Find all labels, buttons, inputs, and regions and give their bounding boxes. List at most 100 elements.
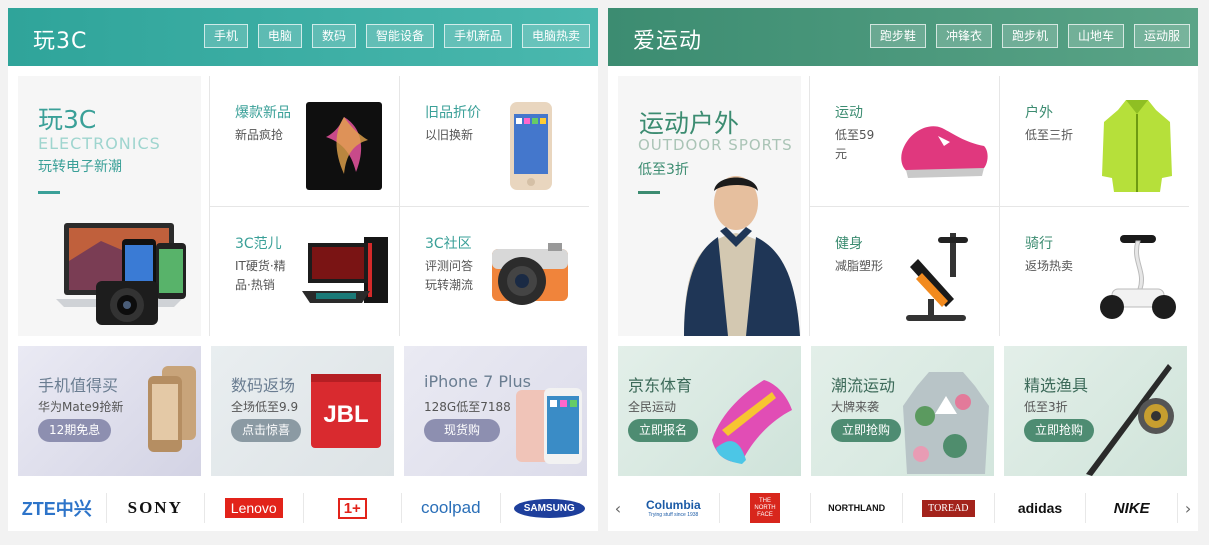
promo-button[interactable]: 12期免息 xyxy=(38,419,112,442)
cell-3c-style[interactable]: 3C范儿 IT硬货·精品·热销 xyxy=(210,207,398,337)
sneaker-image xyxy=(901,126,988,178)
brand-label: 1+ xyxy=(337,497,367,519)
promo-title: 数码返场 xyxy=(231,376,296,395)
cell-cycling[interactable]: 骑行 返场热卖 xyxy=(1000,207,1188,337)
tag-digital[interactable]: 数码 xyxy=(311,24,356,48)
cell-title: 健身 xyxy=(835,236,863,252)
tag-sportswear[interactable]: 运动服 xyxy=(1133,24,1190,48)
panel-header: 玩3C 手机 电脑 数码 智能设备 手机新品 电脑热卖 xyxy=(8,8,598,66)
cell-fitness[interactable]: 健身 减脂塑形 xyxy=(810,207,998,337)
cell-desc: 评测问答玩转潮流 xyxy=(425,259,474,292)
feature-title: 玩3C xyxy=(38,105,97,134)
running-shoe-image xyxy=(712,380,792,464)
feature-title: 运动户外 xyxy=(639,109,740,138)
feature-subtitle: OUTDOOR SPORTS xyxy=(638,136,793,154)
balance-scooter-image xyxy=(1100,235,1176,319)
promo-button[interactable]: 现货购 xyxy=(424,419,501,442)
next-arrow-icon[interactable]: › xyxy=(1178,499,1198,518)
tag-computer[interactable]: 电脑 xyxy=(257,24,302,48)
cell-3c-community[interactable]: 3C社区 评测问答玩转潮流 xyxy=(400,207,588,337)
cell-trade-in[interactable]: 旧品折价 以旧换新 xyxy=(400,76,588,206)
cell-desc: IT硬货·精品·热销 xyxy=(235,259,286,292)
gaming-pc-image xyxy=(302,237,388,303)
promo-title: 京东体育 xyxy=(628,376,693,395)
panel-title[interactable]: 玩3C xyxy=(33,23,87,55)
brand-label: Columbia xyxy=(646,498,701,512)
cell-title: 骑行 xyxy=(1025,236,1053,252)
feature-card[interactable]: 运动户外 OUTDOOR SPORTS 低至3折 xyxy=(618,76,801,336)
brand-label: coolpad xyxy=(420,498,481,517)
promo-iphone[interactable]: iPhone 7 Plus 128G低至7188 现货购 xyxy=(404,346,587,476)
phone-image xyxy=(306,102,382,190)
brand-label: SONY xyxy=(127,498,183,517)
cell-title: 3C范儿 xyxy=(235,236,282,252)
promo-button[interactable]: 立即报名 xyxy=(628,419,699,442)
tag-smart-device[interactable]: 智能设备 xyxy=(365,24,434,48)
brand-adidas[interactable]: adidas xyxy=(995,493,1087,523)
tag-hot-computers[interactable]: 电脑热卖 xyxy=(521,24,590,48)
feature-card[interactable]: 玩3C ELECTRONICS 玩转电子新潮 xyxy=(18,76,201,336)
tag-phone[interactable]: 手机 xyxy=(203,24,248,48)
sports-panel: 爱运动 跑步鞋 冲锋衣 跑步机 山地车 运动服 运动户外 OUTDOOR SPO… xyxy=(608,8,1198,531)
brand-tagline: Trying stuff since 1938 xyxy=(648,512,699,518)
promo-desc: 低至3折 xyxy=(1024,400,1068,414)
cell-outdoor[interactable]: 户外 低至三折 xyxy=(1000,76,1188,206)
tag-new-phones[interactable]: 手机新品 xyxy=(443,24,512,48)
cell-sports[interactable]: 运动 低至59元 xyxy=(810,76,998,206)
cell-desc: 以旧换新 xyxy=(425,128,474,142)
cell-hot-new[interactable]: 爆款新品 新品疯抢 xyxy=(210,76,398,206)
brand-bar: ‹ Columbia Trying stuff since 1938 THE N… xyxy=(608,485,1198,531)
promo-desc: 大牌来袭 xyxy=(831,400,880,414)
brand-label: SAMSUNG xyxy=(513,498,585,518)
promo-desc: 全民运动 xyxy=(628,400,677,414)
fishing-rod-image xyxy=(1086,364,1174,476)
promo-title: 手机值得买 xyxy=(38,376,119,395)
athlete-image xyxy=(684,176,800,336)
brand-label: NORTHLAND xyxy=(828,503,886,513)
brand-coolpad[interactable]: coolpad xyxy=(402,493,501,523)
promo-desc: 128G低至7188 xyxy=(424,400,511,414)
brand-northland[interactable]: NORTHLAND xyxy=(811,493,904,523)
iphone-7-plus-image xyxy=(516,388,582,464)
camera-image xyxy=(492,243,568,305)
promo-digital[interactable]: 数码返场 全场低至9.9 点击惊喜 JBL xyxy=(211,346,394,476)
brand-label: THE NORTH FACE xyxy=(750,493,780,523)
tag-list: 跑步鞋 冲锋衣 跑步机 山地车 运动服 xyxy=(869,24,1190,48)
prev-arrow-icon[interactable]: ‹ xyxy=(608,499,628,518)
brand-toread[interactable]: TOREAD xyxy=(903,493,995,523)
brand-samsung[interactable]: SAMSUNG xyxy=(501,493,599,523)
laptop-devices-image xyxy=(56,223,186,325)
promo-jd-sports[interactable]: 京东体育 全民运动 立即报名 xyxy=(618,346,801,476)
cell-title: 爆款新品 xyxy=(235,105,291,121)
promo-button[interactable]: 立即抢购 xyxy=(831,419,902,442)
tag-treadmill[interactable]: 跑步机 xyxy=(1001,24,1058,48)
brand-nike[interactable]: NIKE xyxy=(1086,493,1179,523)
brand-sony[interactable]: SONY xyxy=(107,493,205,523)
cell-title: 户外 xyxy=(1025,105,1053,121)
brand-label: ZTE中兴 xyxy=(21,499,92,519)
panel-title[interactable]: 爱运动 xyxy=(633,23,702,55)
tag-list: 手机 电脑 数码 智能设备 手机新品 电脑热卖 xyxy=(203,24,590,48)
cell-title: 运动 xyxy=(835,105,863,121)
promo-title: 潮流运动 xyxy=(831,376,896,395)
brand-label: Lenovo xyxy=(224,498,283,518)
sit-up-bench-image xyxy=(906,233,968,321)
brand-north-face[interactable]: THE NORTH FACE xyxy=(720,493,812,523)
tag-running-shoes[interactable]: 跑步鞋 xyxy=(869,24,926,48)
promo-button[interactable]: 点击惊喜 xyxy=(231,419,302,442)
tag-mountain-bike[interactable]: 山地车 xyxy=(1067,24,1124,48)
promo-trend-sports[interactable]: 潮流运动 大牌来袭 立即抢购 xyxy=(811,346,994,476)
cell-desc: 新品疯抢 xyxy=(235,128,284,142)
tag-jackets[interactable]: 冲锋衣 xyxy=(935,24,992,48)
brand-columbia[interactable]: Columbia Trying stuff since 1938 xyxy=(628,493,720,523)
accent-bar xyxy=(638,191,660,194)
brand-lenovo[interactable]: Lenovo xyxy=(205,493,304,523)
floral-hoodie-image xyxy=(903,372,989,474)
brand-zte[interactable]: ZTE中兴 xyxy=(8,493,107,523)
electronics-panel: 玩3C 手机 电脑 数码 智能设备 手机新品 电脑热卖 玩3C ELECTRON… xyxy=(8,8,598,531)
brand-label: NIKE xyxy=(1113,499,1150,517)
brand-label: adidas xyxy=(1017,500,1063,516)
promo-phone[interactable]: 手机值得买 华为Mate9抢新 12期免息 xyxy=(18,346,201,476)
promo-fishing[interactable]: 精选渔具 低至3折 立即抢购 xyxy=(1004,346,1187,476)
brand-oneplus[interactable]: 1+ xyxy=(304,493,402,523)
